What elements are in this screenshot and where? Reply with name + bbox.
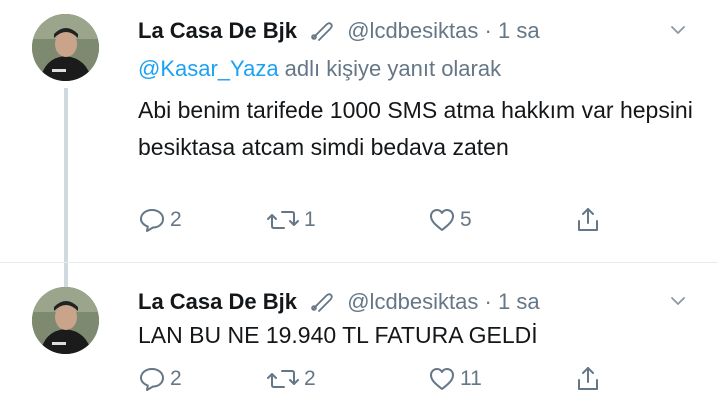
retweet-arrows-icon	[267, 370, 299, 388]
meta-separator: ·	[484, 17, 498, 43]
chevron-down-icon[interactable]	[668, 20, 688, 40]
retweet-button[interactable]: 2	[266, 365, 316, 393]
tweet-actions: 2 2 11	[138, 365, 608, 405]
tweet-1[interactable]: La Casa De Bjk @lcdbesiktas · 1 sa @Kasa…	[0, 0, 718, 262]
avatar[interactable]	[32, 287, 99, 354]
tweet-2[interactable]: La Casa De Bjk @lcdbesiktas · 1 sa LAN B…	[0, 262, 718, 408]
like-count: 5	[460, 208, 472, 231]
retweet-button[interactable]: 1	[266, 206, 316, 234]
share-button[interactable]	[574, 365, 602, 393]
share-upload-icon	[578, 208, 598, 231]
speech-bubble-icon	[140, 209, 164, 232]
retweet-count: 1	[304, 208, 316, 231]
tweet-time[interactable]: 1 sa	[498, 18, 540, 43]
author-name[interactable]: La Casa De Bjk	[138, 18, 297, 43]
replying-to-line: @Kasar_Yaza adlı kişiye yanıt olarak	[138, 56, 501, 82]
thread-connector-line	[64, 88, 68, 262]
heart-icon	[430, 368, 454, 390]
replying-to-text: adlı kişiye yanıt olarak	[278, 56, 502, 81]
thread-connector-line	[64, 263, 68, 287]
reply-count: 2	[170, 208, 182, 231]
tweet-header: La Casa De Bjk @lcdbesiktas · 1 sa	[138, 16, 540, 48]
safety-pin-icon	[309, 287, 335, 319]
share-button[interactable]	[574, 206, 602, 234]
avatar-photo	[32, 287, 99, 354]
mention-link[interactable]: @Kasar_Yaza	[138, 56, 279, 81]
safety-pin-icon	[309, 16, 335, 48]
retweet-count: 2	[304, 367, 316, 390]
chevron-down-icon[interactable]	[668, 291, 688, 311]
tweet-header: La Casa De Bjk @lcdbesiktas · 1 sa	[138, 287, 540, 319]
tweet-text: LAN BU NE 19.940 TL FATURA GELDİ	[138, 322, 538, 348]
like-count: 11	[460, 367, 482, 390]
tweet-time[interactable]: 1 sa	[498, 289, 540, 314]
reply-button[interactable]: 2	[138, 206, 182, 234]
like-button[interactable]: 5	[428, 206, 472, 234]
share-upload-icon	[578, 367, 598, 390]
heart-icon	[430, 209, 454, 231]
tweet-text: Abi benim tarifede 1000 SMS atma hakkım …	[138, 97, 693, 160]
author-handle[interactable]: @lcdbesiktas	[347, 18, 478, 43]
tweet-actions: 2 1 5	[138, 206, 608, 246]
retweet-arrows-icon	[267, 211, 299, 229]
reply-count: 2	[170, 367, 182, 390]
like-button[interactable]: 11	[428, 365, 482, 393]
author-handle[interactable]: @lcdbesiktas	[347, 289, 478, 314]
avatar[interactable]	[32, 14, 99, 81]
avatar-photo	[32, 14, 99, 81]
author-name[interactable]: La Casa De Bjk	[138, 289, 297, 314]
speech-bubble-icon	[140, 368, 164, 391]
reply-button[interactable]: 2	[138, 365, 182, 393]
meta-separator: ·	[484, 288, 498, 314]
